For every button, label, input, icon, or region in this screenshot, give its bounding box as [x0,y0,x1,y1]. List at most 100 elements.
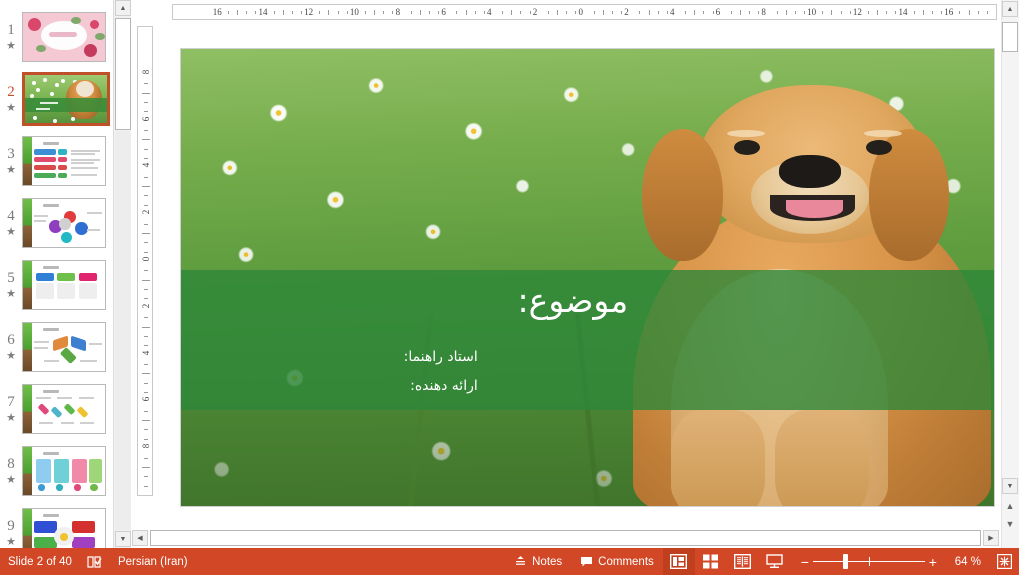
thumbnail-frame-4[interactable] [22,198,106,248]
ruler-minor-tick [685,11,686,14]
thumbnail-preview-6 [23,323,105,371]
ruler-tick-label: 2 [533,5,538,19]
thumbnail-slide-8[interactable]: 8 ★ [0,440,113,502]
slide-canvas[interactable]: موضوع: استاد راهنما: ارائه دهنده: [180,48,995,507]
zoom-in-button[interactable]: + [925,554,941,570]
thumbnail-meta-3: 3 ★ [0,133,22,189]
animation-star-icon: ★ [6,412,16,424]
comment-icon [580,555,593,568]
thumbnail-frame-7[interactable] [22,384,106,434]
thumbnail-slide-3[interactable]: 3 ★ [0,130,113,192]
ruler-minor-tick [144,149,148,150]
ruler-minor-tick [144,130,148,131]
thumbnail-slide-4[interactable]: 4 ★ [0,192,113,254]
ruler-tick-label: 14 [899,5,908,19]
next-slide-button[interactable]: ▼ [1002,516,1018,532]
green-title-band[interactable]: موضوع: استاد راهنما: ارائه دهنده: [181,270,994,410]
slide-vertical-scrollbar[interactable]: ▲ ▼ ▲ ▼ [1001,0,1019,548]
slide-scroll-down-button[interactable]: ▼ [1002,478,1018,494]
thumbnail-slide-9[interactable]: 9 ★ [0,502,113,548]
thumbnail-pane-scrollbar[interactable]: ▲ ▼ [113,0,131,548]
fit-slide-to-window-button[interactable] [989,548,1019,575]
thumbnail-preview-7 [23,385,105,433]
reading-view-button[interactable] [727,548,759,575]
notes-icon [514,555,527,568]
ruler-minor-tick [841,11,842,14]
ruler-tick-label: 10 [807,5,816,19]
horizontal-scroll-thumb[interactable] [150,530,981,546]
ruler-minor-tick [959,11,960,14]
zoom-slider-track[interactable] [813,548,925,575]
notes-label: Notes [532,556,562,568]
thumbnail-frame-5[interactable] [22,260,106,310]
horizontal-ruler[interactable]: 1614121086420246810121416 [172,4,997,20]
thumbnail-slide-6[interactable]: 6 ★ [0,316,113,378]
ruler-minor-tick [603,10,604,15]
slide-scroll-thumb[interactable] [1002,22,1018,52]
thumbnail-slide-2[interactable]: 2 ★ [0,68,113,130]
thumbnail-frame-9[interactable] [22,508,106,548]
thumbnail-preview-1 [23,13,105,61]
slide-supervisor-text[interactable]: استاد راهنما: [404,348,478,366]
ruler-minor-tick [228,11,229,14]
previous-slide-button[interactable]: ▲ [1002,498,1018,514]
normal-view-button[interactable] [663,548,695,575]
thumbnail-number: 9 [7,519,15,534]
thumbnail-slide-7[interactable]: 7 ★ [0,378,113,440]
thumbnail-slide-1[interactable]: 1 ★ [0,6,113,68]
ruler-minor-tick [144,429,148,430]
spell-check-icon[interactable] [82,548,108,575]
slide-sorter-view-button[interactable] [695,548,727,575]
ruler-minor-tick [850,11,851,14]
thumbnail-scroll-down-button[interactable]: ▼ [115,531,131,547]
scroll-right-button[interactable]: ▶ [983,530,999,546]
vertical-ruler[interactable]: 864202468 [137,26,153,496]
thumbnail-meta-6: 6 ★ [0,319,22,375]
zoom-out-button[interactable]: − [797,554,813,570]
ruler-minor-tick [144,224,148,225]
thumbnail-meta-1: 1 ★ [0,9,22,65]
ruler-minor-tick [246,11,247,14]
ruler-tick-label: 6 [716,5,721,19]
thumbnail-scroll-thumb[interactable] [115,18,131,130]
slide-scroll-up-button[interactable]: ▲ [1002,1,1018,17]
thumbnail-frame-1[interactable] [22,12,106,62]
language-indicator[interactable]: Persian (Iran) [108,556,198,568]
slide-sorter-icon [703,554,719,569]
thumbnail-frame-6[interactable] [22,322,106,372]
ruler-tick-label: 16 [944,5,953,19]
triangle-down-icon: ▼ [120,536,127,543]
ruler-minor-tick [438,11,439,14]
zoom-slider-group[interactable]: − + [791,548,947,575]
ruler-tick-label: 2 [141,298,151,314]
ruler-tick-label: 2 [141,204,151,220]
thumbnail-frame-2[interactable] [22,72,110,126]
ruler-minor-tick [822,11,823,14]
slides-thumbnail-pane[interactable]: 1 ★ 2 ★ [0,0,113,548]
slide-counter[interactable]: Slide 2 of 40 [0,556,82,568]
powerpoint-window: 1 ★ 2 ★ [0,0,1019,575]
animation-star-icon: ★ [6,536,16,548]
ruler-minor-tick [758,11,759,14]
thumbnail-scroll-up-button[interactable]: ▲ [115,0,131,16]
slide-show-view-button[interactable] [759,548,791,575]
thumbnail-frame-3[interactable] [22,136,106,186]
comments-button[interactable]: Comments [571,548,663,575]
thumbnail-frame-8[interactable] [22,446,106,496]
ruler-minor-tick [713,11,714,14]
thumbnail-scroll-track[interactable] [115,131,131,530]
ruler-minor-tick [731,11,732,14]
ruler-minor-tick [868,11,869,14]
thumbnail-slide-5[interactable]: 5 ★ [0,254,113,316]
scroll-left-button[interactable]: ◀ [132,530,148,546]
zoom-slider-handle[interactable] [843,554,848,569]
ruler-minor-tick [914,11,915,14]
ruler-minor-tick [786,10,787,15]
notes-button[interactable]: Notes [505,548,571,575]
slide-presenter-text[interactable]: ارائه دهنده: [410,377,478,395]
status-bar-left: Slide 2 of 40 Persian (Iran) [0,548,198,575]
horizontal-scrollbar[interactable]: ◀ ▶ [132,530,999,546]
zoom-level-value[interactable]: 64 % [947,556,989,568]
thumbnail-preview-4 [23,199,105,247]
slide-title-text[interactable]: موضوع: [518,282,629,320]
